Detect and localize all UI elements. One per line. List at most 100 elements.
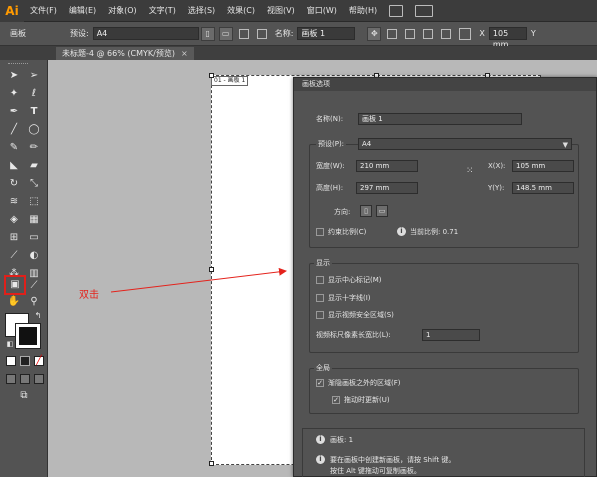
preset-select[interactable]: A4 ▼ bbox=[358, 138, 572, 150]
constrain-proportions-checkbox[interactable] bbox=[316, 228, 324, 236]
app-logo: Ai bbox=[0, 0, 24, 22]
menu-edit[interactable]: 编辑(E) bbox=[63, 0, 102, 22]
artboard-handle-top-left[interactable] bbox=[209, 73, 214, 78]
delete-artboard-icon[interactable] bbox=[256, 28, 267, 39]
height-label: 高度(H): bbox=[316, 184, 344, 192]
new-artboard-icon[interactable] bbox=[238, 28, 249, 39]
magic-wand-tool-icon[interactable]: ✦ bbox=[6, 86, 22, 102]
reference-point-icon[interactable] bbox=[459, 27, 472, 40]
menu-bar: Ai 文件(F) 编辑(E) 对象(O) 文字(T) 选择(S) 效果(C) 视… bbox=[0, 0, 597, 22]
tools-panel: ➤ ➢ ✦ ℓ ✒ T ╱ ◯ ✎ ✏ ◣ ▰ ↻ ⤡ ≋ ⬚ ◈ ▦ ⊞ ▭ … bbox=[0, 60, 48, 477]
x-field[interactable]: 105 mm bbox=[512, 160, 574, 172]
menu-object[interactable]: 对象(O) bbox=[102, 0, 143, 22]
show-center-icon[interactable] bbox=[387, 28, 398, 39]
close-icon[interactable]: × bbox=[181, 49, 188, 58]
pencil-tool-icon[interactable]: ✏ bbox=[26, 140, 42, 156]
gradient-tool-icon[interactable]: ▭ bbox=[26, 230, 42, 246]
menu-select[interactable]: 选择(S) bbox=[182, 0, 221, 22]
direct-selection-tool-icon[interactable]: ➢ bbox=[26, 68, 42, 84]
eyedropper-tool-icon[interactable]: ⟋ bbox=[6, 248, 22, 264]
name-label: 名称: bbox=[274, 29, 294, 38]
mesh-tool-icon[interactable]: ⊞ bbox=[6, 230, 22, 246]
annotation-double-click: 双击 bbox=[79, 290, 99, 301]
draw-behind-button[interactable] bbox=[20, 374, 30, 384]
show-crosshairs-label: 显示十字线(I) bbox=[328, 294, 371, 302]
show-center-mark-checkbox[interactable] bbox=[316, 276, 324, 284]
control-bar: 画板 预设: A4 ▯ ▭ 名称: 画板 1 ✥ X 105 mm Y bbox=[0, 22, 597, 49]
show-crosshair-icon[interactable] bbox=[405, 28, 416, 39]
fade-outside-checkbox[interactable]: ✓ bbox=[316, 379, 324, 387]
preset-select[interactable]: A4 bbox=[92, 27, 199, 40]
artboard-tool-icon[interactable]: ▣ bbox=[4, 275, 26, 295]
none-mode-button[interactable]: ╱ bbox=[34, 356, 44, 366]
blob-brush-tool-icon[interactable]: ◣ bbox=[6, 158, 22, 174]
rotate-tool-icon[interactable]: ↻ bbox=[6, 176, 22, 192]
menu-window[interactable]: 窗口(W) bbox=[301, 0, 343, 22]
fade-outside-label: 渐隐画板之外的区域(F) bbox=[328, 379, 401, 387]
lasso-tool-icon[interactable]: ℓ bbox=[26, 86, 42, 102]
scale-tool-icon[interactable]: ⤡ bbox=[26, 176, 42, 192]
landscape-orientation-button[interactable]: ▭ bbox=[376, 205, 388, 217]
portrait-button[interactable]: ▯ bbox=[200, 26, 215, 41]
warp-tool-icon[interactable]: ≋ bbox=[6, 194, 22, 210]
perspective-grid-tool-icon[interactable]: ▦ bbox=[26, 212, 42, 228]
swap-fill-stroke-icon[interactable]: ↰ bbox=[30, 308, 46, 324]
height-field[interactable]: 297 mm bbox=[356, 182, 418, 194]
current-ratio-text: 当前比例: 0.71 bbox=[410, 228, 459, 236]
reference-point-icon[interactable]: ⁙ bbox=[466, 166, 474, 176]
arrange-documents-icon[interactable] bbox=[415, 4, 434, 17]
free-transform-tool-icon[interactable]: ⬚ bbox=[26, 194, 42, 210]
slice-tool-icon[interactable]: ⟋ bbox=[26, 278, 42, 294]
draw-inside-button[interactable] bbox=[34, 374, 44, 384]
menu-file[interactable]: 文件(F) bbox=[24, 0, 63, 22]
artboard-handle-bottom-left[interactable] bbox=[209, 461, 214, 466]
name-label: 名称(N): bbox=[316, 115, 344, 123]
artboard-options-icon[interactable] bbox=[441, 28, 452, 39]
panel-grip[interactable] bbox=[8, 63, 28, 66]
artboard-name-field[interactable]: 画板 1 bbox=[297, 27, 356, 40]
x-field[interactable]: 105 mm bbox=[488, 27, 527, 49]
artboard-count-text: 画板: 1 bbox=[330, 436, 354, 444]
info-text-line1: 要在画板中创建新画板，请按 Shift 键。 bbox=[330, 456, 456, 464]
artboard-handle-middle-left[interactable] bbox=[209, 267, 214, 272]
pen-tool-icon[interactable]: ✒ bbox=[6, 104, 22, 120]
menu-help[interactable]: 帮助(H) bbox=[343, 0, 383, 22]
blend-tool-icon[interactable]: ◐ bbox=[26, 248, 42, 264]
draw-normal-button[interactable] bbox=[6, 374, 16, 384]
artboard-label: 01 - 画板 1 bbox=[211, 76, 249, 86]
selection-tool-icon[interactable]: ➤ bbox=[6, 68, 22, 84]
eraser-tool-icon[interactable]: ▰ bbox=[26, 158, 42, 174]
name-field[interactable]: 画板 1 bbox=[358, 113, 522, 125]
document-tab[interactable]: 未标题-4 @ 66% (CMYK/预览) × bbox=[56, 47, 194, 60]
move-copy-artwork-button[interactable]: ✥ bbox=[367, 26, 382, 41]
show-crosshairs-checkbox[interactable] bbox=[316, 294, 324, 302]
landscape-button[interactable]: ▭ bbox=[218, 26, 233, 41]
video-ruler-ratio-field[interactable]: 1 bbox=[422, 329, 480, 341]
hand-tool-icon[interactable]: ✋ bbox=[6, 294, 22, 310]
type-tool-icon[interactable]: T bbox=[26, 104, 42, 120]
update-while-dragging-checkbox[interactable]: ✓ bbox=[332, 396, 340, 404]
menu-effect[interactable]: 效果(C) bbox=[221, 0, 261, 22]
portrait-orientation-button[interactable]: ▯ bbox=[360, 205, 372, 217]
line-tool-icon[interactable]: ╱ bbox=[6, 122, 22, 138]
menu-type[interactable]: 文字(T) bbox=[143, 0, 182, 22]
gradient-mode-button[interactable] bbox=[20, 356, 30, 366]
default-fill-stroke-icon[interactable]: ◧ bbox=[2, 336, 18, 352]
shape-builder-tool-icon[interactable]: ◈ bbox=[6, 212, 22, 228]
global-group-title: 全局 bbox=[314, 363, 332, 373]
show-video-safe-label: 显示视频安全区域(S) bbox=[328, 311, 394, 319]
ellipse-tool-icon[interactable]: ◯ bbox=[26, 122, 42, 138]
chevron-down-icon: ▼ bbox=[562, 141, 568, 149]
dialog-title[interactable]: 画板选项 bbox=[294, 78, 596, 91]
bridge-icon[interactable] bbox=[389, 4, 404, 17]
show-video-safe-checkbox[interactable] bbox=[316, 311, 324, 319]
menu-view[interactable]: 视图(V) bbox=[261, 0, 301, 22]
screen-mode-icon[interactable]: ⧉ bbox=[16, 388, 32, 404]
width-field[interactable]: 210 mm bbox=[356, 160, 418, 172]
paintbrush-tool-icon[interactable]: ✎ bbox=[6, 140, 22, 156]
y-field[interactable]: 148.5 mm bbox=[512, 182, 574, 194]
color-mode-button[interactable] bbox=[6, 356, 16, 366]
stroke-swatch[interactable] bbox=[15, 323, 41, 349]
artboard-options-dialog: 画板选项 名称(N): 画板 1 预设(P): A4 ▼ 宽度(W): 210 … bbox=[293, 77, 597, 477]
show-video-safe-icon[interactable] bbox=[423, 28, 434, 39]
